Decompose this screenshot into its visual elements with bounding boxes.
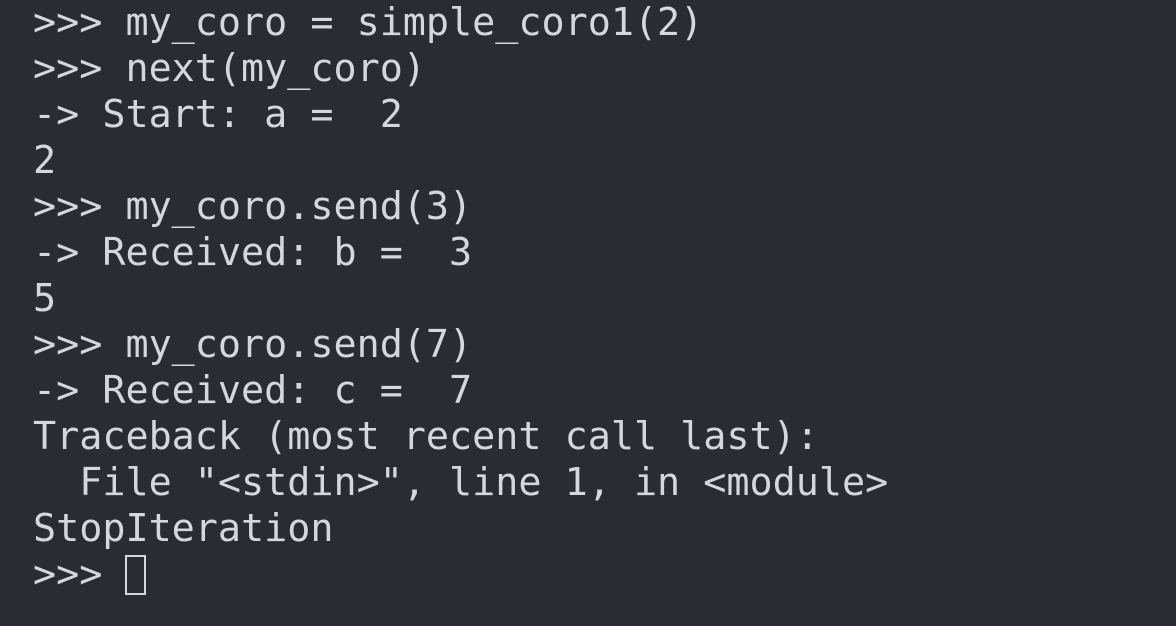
terminal-line: File "<stdin>", line 1, in <module> (33, 460, 889, 505)
terminal-window[interactable]: >>> my_coro = simple_coro1(2) >>> next(m… (0, 0, 1176, 626)
terminal-line: -> Received: c = 7 (33, 368, 473, 413)
terminal-line: >>> my_coro.send(7) (33, 322, 473, 367)
terminal-line: -> Start: a = 2 (33, 92, 403, 137)
terminal-line: 2 (33, 138, 57, 183)
terminal-line: >>> next(my_coro) (33, 46, 426, 91)
text-cursor[interactable] (125, 555, 147, 595)
prompt-line[interactable]: >>> (33, 552, 1176, 598)
terminal-line: StopIteration (33, 506, 334, 551)
terminal-line: Traceback (most recent call last): (33, 414, 819, 459)
terminal-line: >>> my_coro = simple_coro1(2) (33, 0, 704, 45)
terminal-line: >>> my_coro.send(3) (33, 184, 473, 229)
python-prompt: >>> (33, 552, 126, 597)
terminal-line: -> Received: b = 3 (33, 230, 473, 275)
terminal-line: 5 (33, 276, 57, 321)
